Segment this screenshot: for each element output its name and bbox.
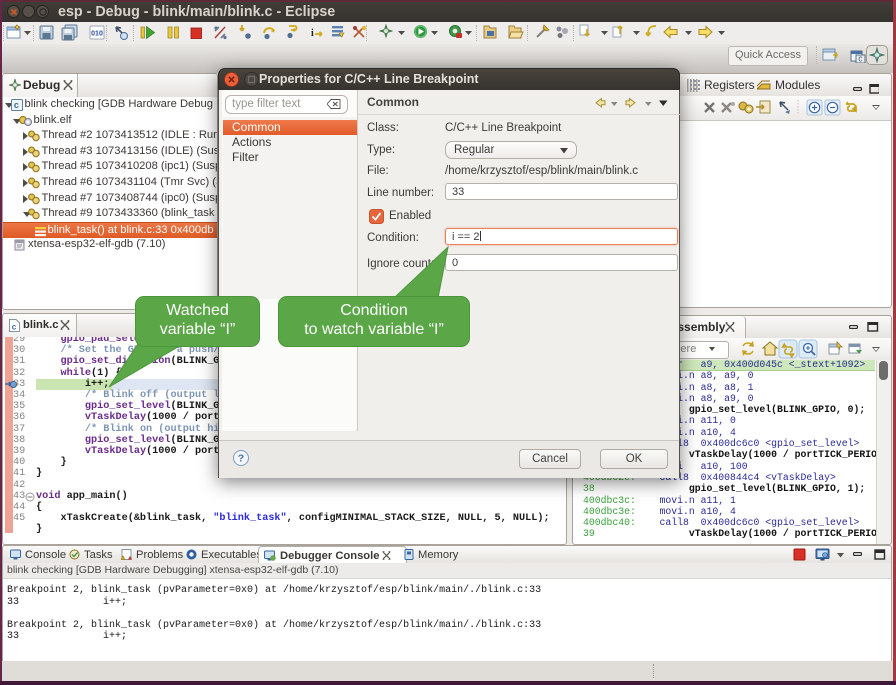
svg-text:i: i xyxy=(311,28,314,39)
svg-text:c: c xyxy=(11,323,16,333)
svg-text:010: 010 xyxy=(91,31,103,38)
svg-text:?: ? xyxy=(238,453,244,465)
svg-text:C: C xyxy=(858,57,862,64)
svg-text:c: c xyxy=(14,101,19,111)
